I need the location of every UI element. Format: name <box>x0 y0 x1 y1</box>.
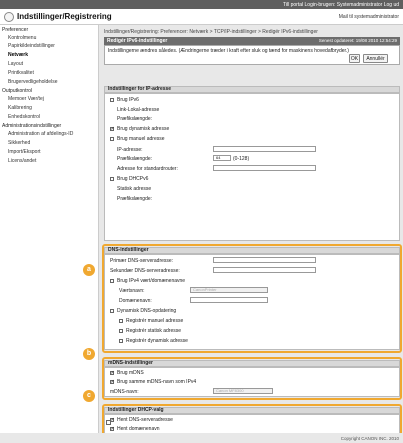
page-top-icon[interactable] <box>106 420 111 425</box>
acquire-domain-label: Hent domænenavn <box>117 426 160 432</box>
sidebar-item-network[interactable]: Netværk <box>8 52 28 58</box>
sidebar-item-layout[interactable]: Layout <box>8 61 23 67</box>
prefix-range-label: (0-128) <box>233 156 250 162</box>
dynamic-update-label: Dynamisk DNS-opdatering <box>117 308 177 314</box>
footer: Copyright CANON INC. 2010 <box>0 433 403 443</box>
page-header-bar: Redigér IPv6-indstillinger Senest opdate… <box>104 37 400 45</box>
use-ipv6-checkbox[interactable] <box>110 98 114 102</box>
prefix-length-label-2: Præfikslængde: <box>117 156 153 162</box>
cancel-button[interactable]: Annullér <box>363 54 388 63</box>
sidebar-heading-output: Outputkontrol <box>2 88 33 94</box>
top-status-text: Till portal Login-brugen: Systemadminist… <box>283 2 399 8</box>
reg-stateful-checkbox[interactable] <box>119 329 123 333</box>
default-router-input[interactable] <box>213 165 316 171</box>
reg-stateful-label: Registrér statisk adresse <box>126 328 182 334</box>
callout-badge-b: b <box>83 348 95 360</box>
same-mdns-name-checkbox[interactable] <box>110 379 115 385</box>
header: Indstillinger/Registrering Mail til syst… <box>0 9 403 25</box>
dhcpv6-checkbox[interactable] <box>110 177 114 181</box>
manual-address-checkbox[interactable] <box>110 137 114 141</box>
sidebar-heading-admin: Administrationsindstillinger <box>2 123 62 129</box>
secondary-dns-label: Sekundær DNS-serveradresse: <box>110 268 180 274</box>
dns-section-heading: DNS-indstillinger <box>104 247 400 254</box>
sidebar-item-print-quality[interactable]: Printkvalitet <box>8 70 34 76</box>
use-mdns-checkbox[interactable] <box>110 370 115 376</box>
same-mdns-name-label: Brug samme mDNS-navn som IPv4 <box>117 379 197 385</box>
sidebar-item-security[interactable]: Sikkerhed <box>8 140 30 146</box>
page-title: Redigér IPv6-indstillinger <box>107 38 168 44</box>
host-name-input[interactable]: CanonPrinter <box>190 287 268 293</box>
sidebar-item-calibration[interactable]: Kalibrering <box>8 105 32 111</box>
ip-section-heading: Indstillinger for IP-adresse <box>104 86 400 93</box>
acquire-dns-label: Hent DNS-serveradresse <box>117 417 173 423</box>
breadcrumb: Indstillinger/Registrering: Preferencer:… <box>104 29 318 35</box>
callout-badge-a: a <box>83 264 95 276</box>
mdns-name-label: mDNS-navn: <box>110 389 139 395</box>
primary-dns-label: Primær DNS-serveradresse: <box>110 258 174 264</box>
same-as-ipv4-checkbox[interactable] <box>110 279 114 283</box>
stateful-address-label: Statisk adresse <box>117 186 152 192</box>
reg-manual-label: Registrér manuel adresse <box>126 318 184 324</box>
notice-message: Indstillingerne ændres således. (Ændring… <box>108 48 349 54</box>
mdns-section-body: Brug mDNS Brug samme mDNS-navn som IPv4 … <box>104 367 400 397</box>
sidebar-item-import-export[interactable]: Import/Eksport <box>8 149 41 155</box>
sidebar-item-user-maintenance[interactable]: Brugervedligeholdelse <box>8 79 57 85</box>
domain-name-label: Domænenavn: <box>119 298 152 304</box>
prefix-length-label: Præfikslængde: <box>117 116 153 122</box>
app-title: Indstillinger/Registrering <box>17 12 112 21</box>
ok-button[interactable]: OK <box>349 54 360 63</box>
same-as-ipv4-label: Brug IPv4 vært/domænenavne <box>117 278 186 284</box>
sidebar-heading-preferences: Preferencer <box>2 27 29 33</box>
main-content: Indstillinger/Registrering: Preferencer:… <box>101 25 403 438</box>
mdns-name-input[interactable]: Canon MF8300 <box>213 388 273 394</box>
dhcp-section-heading: Indstillinger DHCP-valg <box>104 407 400 414</box>
use-ipv6-label: Brug IPv6 <box>117 97 139 103</box>
stateless-checkbox[interactable] <box>110 126 115 132</box>
dynamic-update-checkbox[interactable] <box>110 309 114 313</box>
reg-stateless-checkbox[interactable] <box>119 339 123 343</box>
dhcp-section-body: Hent DNS-serveradresse Hent domænenavn <box>104 414 400 435</box>
mail-admin-link[interactable]: Mail til systemadministrator <box>339 14 399 20</box>
callout-badge-c: c <box>83 390 95 402</box>
reg-manual-checkbox[interactable] <box>119 319 123 323</box>
sidebar: Preferencer Kontrolmenu Papirkildeindsti… <box>0 25 99 433</box>
use-mdns-label: Brug mDNS <box>117 370 144 376</box>
sidebar-item-dept-id[interactable]: Administration af afdelings-ID <box>8 131 73 137</box>
last-updated: Senest opdateret: 19/08 2010 12:54:29 <box>318 38 397 43</box>
domain-name-input[interactable] <box>190 297 268 303</box>
sidebar-item-control-menu[interactable]: Kontrolmenu <box>8 35 36 41</box>
stateless-label: Brug dynamisk adresse <box>117 126 170 132</box>
ip-section-body: Brug IPv6 Link-Lokal-adresse Præfikslæng… <box>104 93 400 241</box>
sidebar-item-memo[interactable]: Memoer Vær/tej <box>8 96 44 102</box>
ip-address-input[interactable] <box>213 146 316 152</box>
dhcpv6-label: Brug DHCPv6 <box>117 176 149 182</box>
secondary-dns-input[interactable] <box>213 267 316 273</box>
sidebar-item-device-control[interactable]: Enhedskontrol <box>8 114 40 120</box>
prefix-length-label-3: Præfikslængde: <box>117 196 153 202</box>
manual-address-label: Brug manuel adresse <box>117 136 165 142</box>
reg-stateless-label: Registrér dynamisk adresse <box>126 338 188 344</box>
link-local-label: Link-Lokal-adresse <box>117 107 160 113</box>
ip-address-label: IP-adresse: <box>117 147 143 153</box>
sidebar-item-license[interactable]: Licens/andet <box>8 158 36 164</box>
primary-dns-input[interactable] <box>213 257 316 263</box>
prefix-length-input[interactable]: 64 <box>213 155 231 161</box>
dns-section-body: Primær DNS-serveradresse: Sekundær DNS-s… <box>104 254 400 350</box>
host-name-label: Værtsnavn: <box>119 288 145 294</box>
default-router-label: Adresse for standardrouter: <box>117 166 178 172</box>
app-logo-icon <box>4 12 14 22</box>
top-status-bar: Till portal Login-brugen: Systemadminist… <box>0 0 403 9</box>
mdns-section-heading: mDNS-indstillinger <box>104 360 400 367</box>
sidebar-item-paper-source[interactable]: Papirkildeindstillinger <box>8 43 55 49</box>
acquire-domain-checkbox[interactable] <box>110 426 115 432</box>
